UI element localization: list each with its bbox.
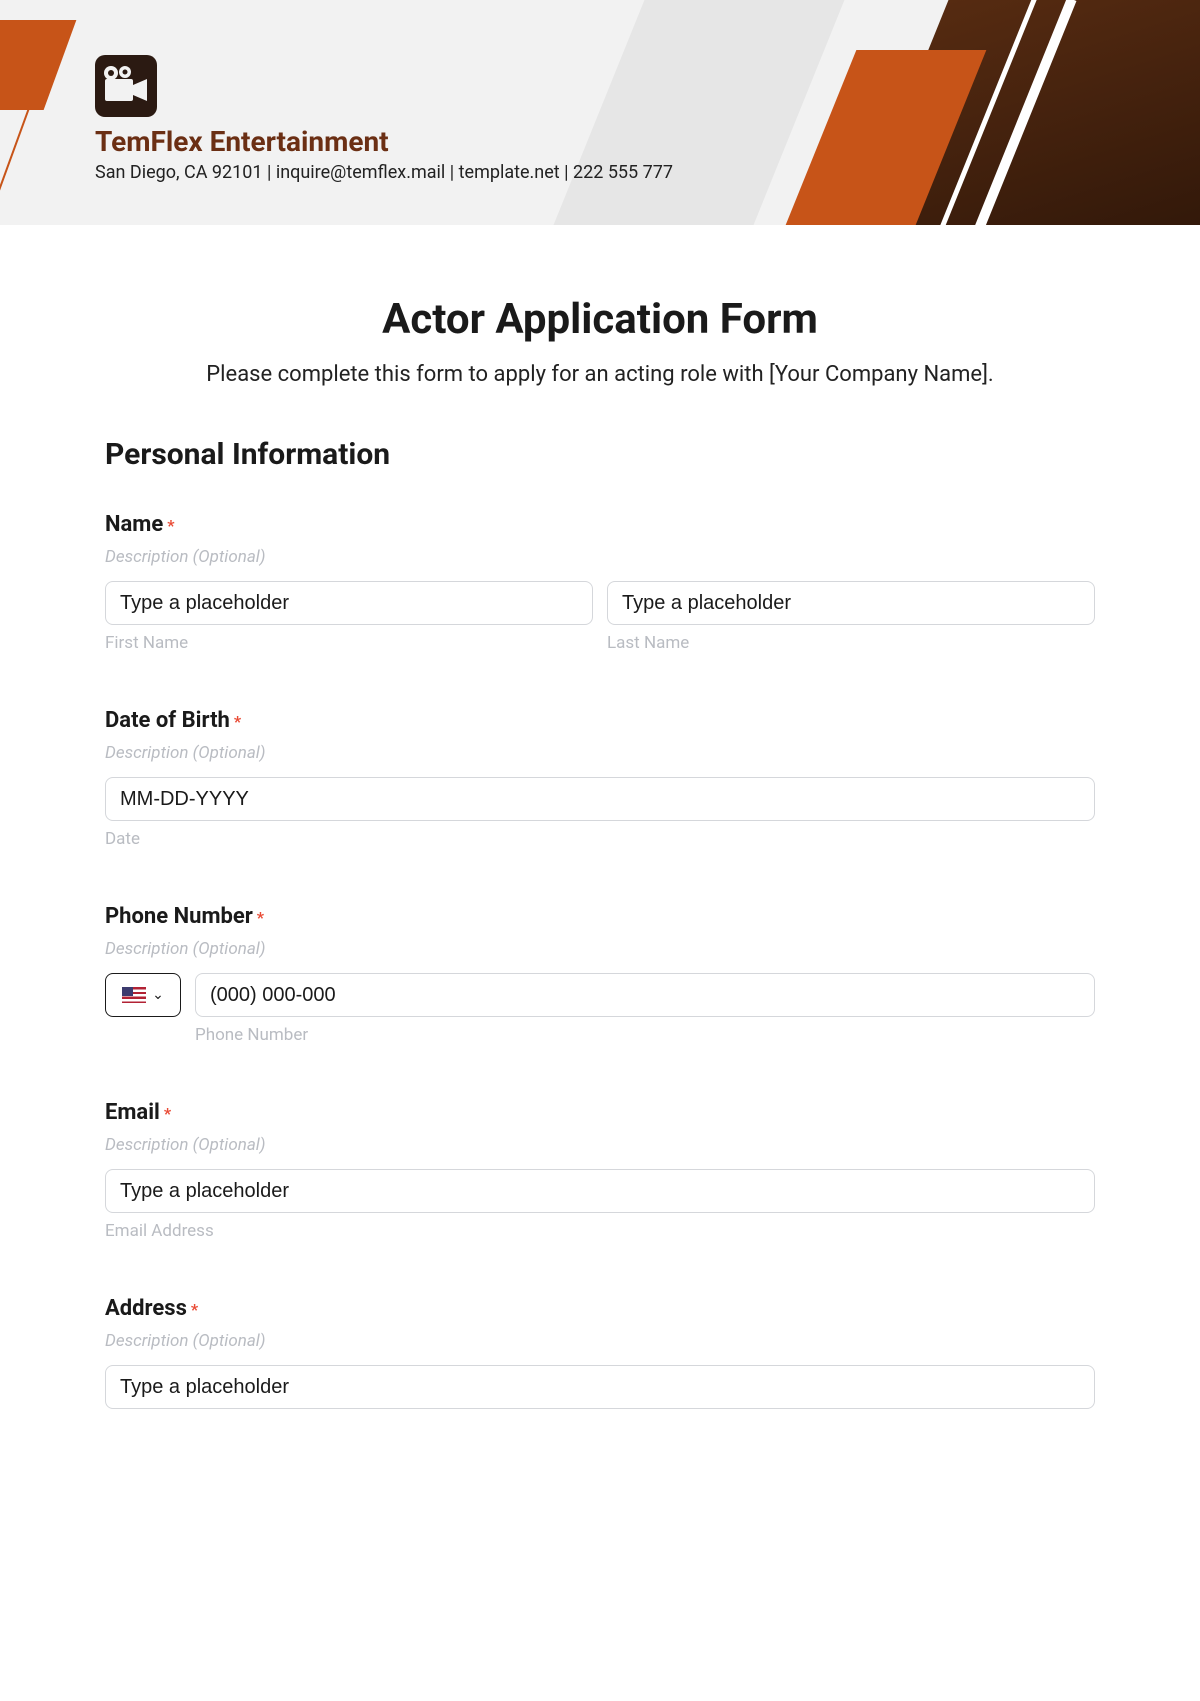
required-mark: * bbox=[167, 516, 174, 535]
dob-description: Description (Optional) bbox=[105, 743, 1095, 763]
email-input[interactable] bbox=[105, 1169, 1095, 1213]
required-mark: * bbox=[257, 908, 264, 927]
company-name: TemFlex Entertainment bbox=[95, 125, 673, 158]
form-intro: Please complete this form to apply for a… bbox=[105, 362, 1095, 387]
required-mark: * bbox=[164, 1104, 171, 1123]
field-phone: Phone Number * Description (Optional) ⌄ … bbox=[105, 904, 1095, 1045]
address-description: Description (Optional) bbox=[105, 1331, 1095, 1351]
last-name-sublabel: Last Name bbox=[607, 633, 1095, 653]
field-name: Name * Description (Optional) First Name… bbox=[105, 512, 1095, 653]
last-name-input[interactable] bbox=[607, 581, 1095, 625]
dob-sublabel: Date bbox=[105, 829, 1095, 849]
name-label: Name bbox=[105, 512, 163, 537]
flag-us-icon bbox=[122, 987, 146, 1003]
page-header: TemFlex Entertainment San Diego, CA 9210… bbox=[0, 0, 1200, 225]
required-mark: * bbox=[234, 712, 241, 731]
phone-input[interactable] bbox=[195, 973, 1095, 1017]
country-code-select[interactable]: ⌄ bbox=[105, 973, 181, 1017]
form-main: Actor Application Form Please complete t… bbox=[0, 225, 1200, 1449]
company-contact-line: San Diego, CA 92101 | inquire@temflex.ma… bbox=[95, 162, 673, 183]
decor-shape bbox=[0, 20, 76, 110]
required-mark: * bbox=[191, 1300, 198, 1319]
camera-icon bbox=[101, 63, 151, 109]
phone-description: Description (Optional) bbox=[105, 939, 1095, 959]
first-name-sublabel: First Name bbox=[105, 633, 593, 653]
dob-label: Date of Birth bbox=[105, 708, 230, 733]
phone-label: Phone Number bbox=[105, 904, 253, 929]
address-input[interactable] bbox=[105, 1365, 1095, 1409]
section-heading-personal: Personal Information bbox=[105, 437, 1095, 472]
phone-sublabel: Phone Number bbox=[195, 1025, 1095, 1045]
field-email: Email * Description (Optional) Email Add… bbox=[105, 1100, 1095, 1241]
name-description: Description (Optional) bbox=[105, 547, 1095, 567]
dob-input[interactable] bbox=[105, 777, 1095, 821]
email-sublabel: Email Address bbox=[105, 1221, 1095, 1241]
email-label: Email bbox=[105, 1100, 160, 1125]
first-name-input[interactable] bbox=[105, 581, 593, 625]
chevron-down-icon: ⌄ bbox=[152, 987, 164, 1003]
address-label: Address bbox=[105, 1296, 187, 1321]
email-description: Description (Optional) bbox=[105, 1135, 1095, 1155]
field-dob: Date of Birth * Description (Optional) D… bbox=[105, 708, 1095, 849]
form-title: Actor Application Form bbox=[105, 295, 1095, 344]
company-logo bbox=[95, 55, 157, 117]
field-address: Address * Description (Optional) bbox=[105, 1296, 1095, 1409]
